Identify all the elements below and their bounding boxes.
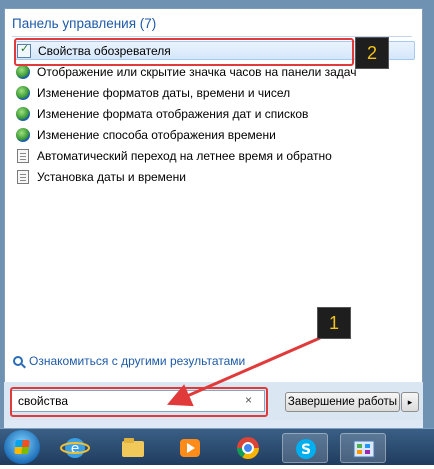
- annotation-badge-1: 1: [317, 307, 351, 339]
- start-orb-icon[interactable]: [4, 430, 40, 464]
- explorer-icon[interactable]: [110, 433, 156, 463]
- media-player-icon[interactable]: [167, 433, 213, 463]
- ie-icon[interactable]: e: [52, 433, 98, 463]
- control-panel-icon[interactable]: [340, 433, 386, 463]
- chrome-icon[interactable]: [225, 433, 271, 463]
- annotation-badge-2: 2: [355, 37, 389, 69]
- svg-text:S: S: [301, 442, 311, 458]
- annotation-arrow: [167, 336, 321, 407]
- skype-icon[interactable]: S: [282, 433, 328, 463]
- taskbar: e S: [0, 428, 434, 465]
